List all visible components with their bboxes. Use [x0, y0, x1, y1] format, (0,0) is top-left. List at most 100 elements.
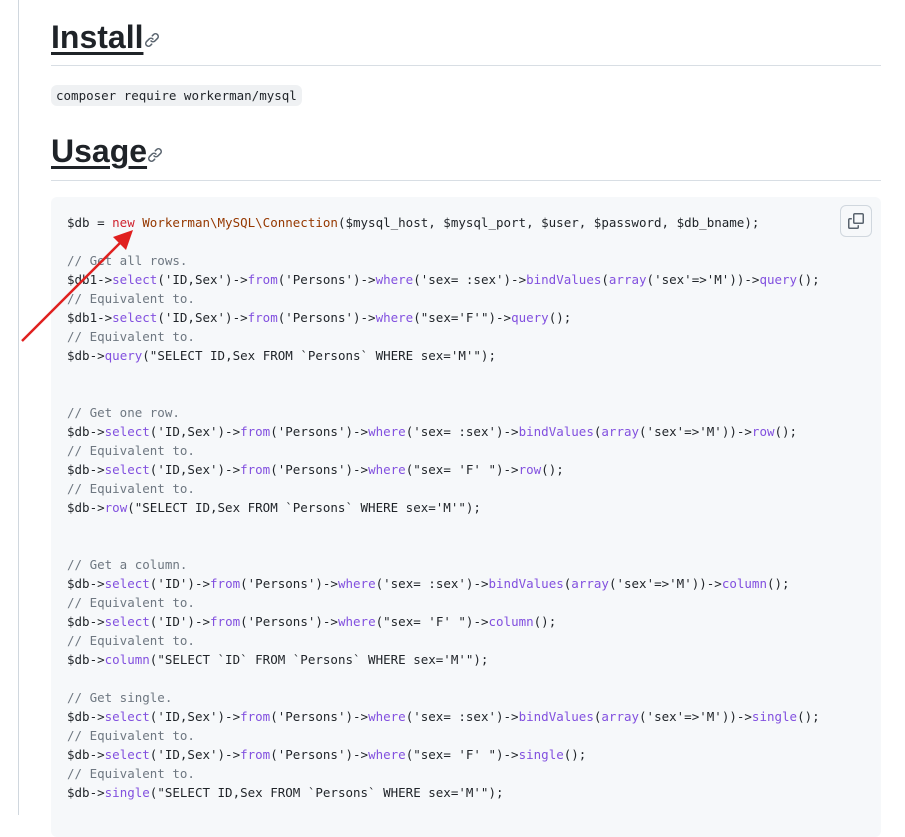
code-token-plain: ('Persons')->: [277, 310, 376, 325]
code-token-method: from: [240, 747, 271, 762]
code-token-plain: $db->: [67, 652, 105, 667]
code-line: $db1->select('ID,Sex')->from('Persons')-…: [67, 270, 820, 289]
code-line: $db = new Workerman\MySQL\Connection($my…: [67, 213, 820, 232]
code-token-plain: ('sex'=>'M'))->: [639, 709, 752, 724]
code-token-method: from: [210, 576, 241, 591]
code-line: // Equivalent to.: [67, 764, 820, 783]
install-heading: Install: [51, 19, 144, 55]
code-token-method: column: [488, 614, 534, 629]
code-token-plain: $db->: [67, 785, 105, 800]
code-token-comment: // Get single.: [67, 690, 173, 705]
code-token-plain: ('Persons')->: [270, 424, 369, 439]
content-left-border: [18, 0, 19, 815]
code-token-plain: $db->: [67, 709, 105, 724]
code-token-plain: ('ID,Sex')->: [149, 709, 241, 724]
code-token-plain: $db->: [67, 424, 105, 439]
code-token-plain: $db1->: [67, 310, 113, 325]
code-token-comment: // Get a column.: [67, 557, 188, 572]
code-token-plain: ('sex= :sex')->: [375, 576, 489, 591]
code-token-method: column: [104, 652, 150, 667]
code-line: $db->select('ID,Sex')->from('Persons')->…: [67, 422, 820, 441]
code-token-method: query: [104, 348, 143, 363]
code-token-method: bindValues: [526, 272, 602, 287]
code-token-plain: $db->: [67, 462, 105, 477]
code-token-comment: // Get one row.: [67, 405, 180, 420]
code-token-method: array: [601, 709, 640, 724]
code-token-plain: ('ID')->: [149, 614, 211, 629]
code-token-plain: ("SELECT ID,Sex FROM `Persons` WHERE sex…: [142, 348, 496, 363]
code-token-method: single: [104, 785, 150, 800]
code-token-method: array: [571, 576, 609, 591]
code-token-plain: ('Persons')->: [270, 462, 369, 477]
code-line: $db->row("SELECT ID,Sex FROM `Persons` W…: [67, 498, 820, 517]
code-token-plain: $db->: [67, 747, 105, 762]
code-token-method: row: [751, 424, 775, 439]
code-token-method: where: [368, 747, 406, 762]
code-line: $db->select('ID')->from('Persons')->wher…: [67, 612, 820, 631]
code-token-plain: ("sex= 'F' ")->: [405, 747, 519, 762]
usage-anchor-link[interactable]: [147, 147, 163, 168]
code-token-plain: $db->: [67, 614, 105, 629]
code-token-comment: // Get all rows.: [67, 253, 188, 268]
code-line: $db->single("SELECT ID,Sex FROM `Persons…: [67, 783, 820, 802]
code-token-method: where: [337, 614, 376, 629]
code-token-method: single: [518, 747, 564, 762]
code-token-method: bindValues: [518, 709, 594, 724]
code-content: $db = new Workerman\MySQL\Connection($my…: [67, 213, 820, 802]
code-token-method: array: [608, 272, 647, 287]
code-token-comment: // Equivalent to.: [67, 595, 195, 610]
code-token-method: row: [518, 462, 542, 477]
usage-divider: [51, 180, 881, 181]
code-token-method: bindValues: [488, 576, 564, 591]
code-token-plain: ("sex='F'")->: [413, 310, 512, 325]
code-token-plain: ('sex= :sex')->: [413, 272, 527, 287]
usage-heading: Usage: [51, 133, 148, 169]
copy-code-button[interactable]: [840, 205, 872, 237]
code-token-plain: ('ID,Sex')->: [157, 272, 248, 287]
code-token-method: where: [368, 462, 406, 477]
code-line: // Get all rows.: [67, 251, 820, 270]
link-icon: [147, 147, 163, 163]
code-token-method: where: [375, 272, 414, 287]
code-token-method: from: [210, 614, 241, 629]
code-token-comment: // Equivalent to.: [67, 443, 195, 458]
code-token-method: select: [104, 747, 150, 762]
code-line: // Equivalent to.: [67, 631, 820, 650]
code-line: $db->column("SELECT `ID` FROM `Persons` …: [67, 650, 820, 669]
code-token-plain: ('Persons')->: [277, 272, 376, 287]
code-token-method: where: [375, 310, 414, 325]
code-token-method: select: [104, 424, 150, 439]
code-line: $db->select('ID')->from('Persons')->wher…: [67, 574, 820, 593]
code-token-comment: // Equivalent to.: [67, 728, 195, 743]
code-line: // Get a column.: [67, 555, 820, 574]
code-line: // Equivalent to.: [67, 441, 820, 460]
code-token-method: where: [368, 424, 406, 439]
code-token-plain: ();: [541, 462, 564, 477]
code-token-method: select: [104, 576, 150, 591]
code-line: $db->select('ID,Sex')->from('Persons')->…: [67, 745, 820, 764]
code-token-method: select: [104, 614, 150, 629]
code-token-plain: ('ID,Sex')->: [157, 310, 248, 325]
code-token-plain: ('Persons')->: [240, 576, 338, 591]
code-token-plain: ("sex= 'F' ")->: [405, 462, 519, 477]
code-token-comment: // Equivalent to.: [67, 633, 195, 648]
code-token-method: query: [511, 310, 549, 325]
code-token-plain: $db->: [67, 500, 105, 515]
code-token-comment: // Equivalent to.: [67, 291, 195, 306]
code-token-method: array: [601, 424, 640, 439]
code-token-plain: ();: [774, 424, 798, 439]
code-token-method: from: [240, 709, 271, 724]
code-token-method: from: [240, 424, 271, 439]
code-token-method: select: [112, 272, 158, 287]
code-line: // Get one row.: [67, 403, 820, 422]
code-token-plain: ();: [563, 747, 587, 762]
install-anchor-link[interactable]: [144, 32, 160, 53]
code-token-plain: ();: [548, 310, 572, 325]
code-token-method: bindValues: [518, 424, 594, 439]
code-token-method: column: [721, 576, 767, 591]
code-token-plain: ("SELECT ID,Sex FROM `Persons` WHERE sex…: [127, 500, 481, 515]
code-line: // Equivalent to.: [67, 327, 820, 346]
code-token-method: from: [247, 272, 278, 287]
